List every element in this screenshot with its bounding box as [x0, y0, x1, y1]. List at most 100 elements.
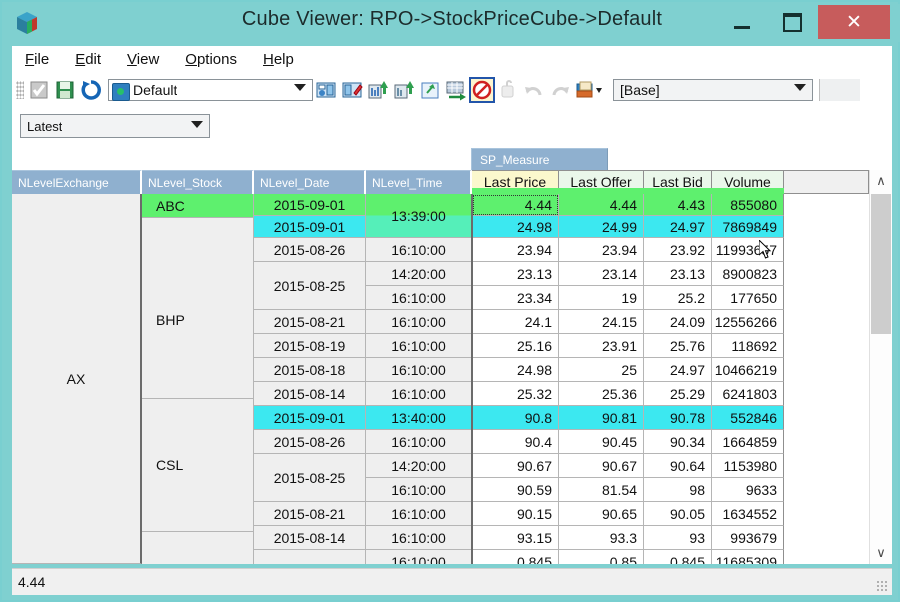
cell-last-offer[interactable]: 90.45: [559, 430, 644, 454]
cell-date[interactable]: 2015-08-26: [254, 430, 366, 454]
measure-group-header[interactable]: SP_Measure: [471, 148, 608, 170]
close-button[interactable]: ✕: [818, 5, 890, 39]
cell-date[interactable]: 2015-09-01: [254, 194, 366, 216]
cell-date[interactable]: 2015-08-21: [254, 502, 366, 526]
cell-date[interactable]: 2015-08-19: [254, 334, 366, 358]
cell-last-offer[interactable]: 23.91: [559, 334, 644, 358]
column-header-nlevelexchange[interactable]: NLevelExchange: [12, 170, 142, 194]
cell-last-price[interactable]: 23.34: [472, 286, 559, 310]
cell-last-price[interactable]: 0.845: [472, 550, 559, 564]
refresh-icon[interactable]: [80, 79, 102, 101]
scroll-up-button[interactable]: ∧: [870, 170, 892, 192]
column-header-nlevel-date[interactable]: NLevel_Date: [254, 170, 366, 194]
cell-date[interactable]: 2015-08-14: [254, 526, 366, 550]
cell-last-price[interactable]: 25.16: [472, 334, 559, 358]
cell-last-price[interactable]: 23.13: [472, 262, 559, 286]
cell-last-bid[interactable]: 25.29: [644, 382, 712, 406]
cell-date[interactable]: 2015-08-25: [254, 454, 366, 502]
menu-item-help[interactable]: Help: [250, 49, 307, 70]
cell-volume[interactable]: 12556266: [712, 310, 784, 334]
cell-last-offer[interactable]: 19: [559, 286, 644, 310]
cell-last-price[interactable]: 25.32: [472, 382, 559, 406]
cell-last-bid[interactable]: 24.97: [644, 358, 712, 382]
cell-volume[interactable]: 9633: [712, 478, 784, 502]
save-disk-icon[interactable]: [54, 79, 76, 101]
cell-volume[interactable]: 118692: [712, 334, 784, 358]
cell-date[interactable]: 2015-08-14: [254, 382, 366, 406]
cell-time[interactable]: 16:10:00: [366, 502, 472, 526]
cell-last-price[interactable]: 24.1: [472, 310, 559, 334]
cell-last-offer[interactable]: 25.36: [559, 382, 644, 406]
cell-date[interactable]: 2015-09-01: [254, 216, 366, 238]
cell-last-price[interactable]: 90.4: [472, 430, 559, 454]
cell-last-price[interactable]: 4.44: [472, 194, 559, 216]
cell-volume[interactable]: 552846: [712, 406, 784, 430]
calculator-edit-icon[interactable]: [341, 79, 363, 101]
cell-volume[interactable]: 177650: [712, 286, 784, 310]
cell-last-bid[interactable]: 23.13: [644, 262, 712, 286]
cell-stock-abc[interactable]: ABC: [142, 194, 254, 218]
chart-bar-up-icon[interactable]: [367, 79, 389, 101]
cell-time[interactable]: 14:20:00: [366, 262, 472, 286]
chart-bar-export-icon[interactable]: [393, 79, 415, 101]
cell-last-bid[interactable]: 23.92: [644, 238, 712, 262]
cell-exchange-ax[interactable]: AX: [12, 194, 142, 564]
cell-last-offer[interactable]: 24.15: [559, 310, 644, 334]
cell-last-price[interactable]: 90.67: [472, 454, 559, 478]
cell-last-bid[interactable]: 0.845: [644, 550, 712, 564]
cell-last-price[interactable]: 90.59: [472, 478, 559, 502]
cell-volume[interactable]: 1634552: [712, 502, 784, 526]
cell-last-offer[interactable]: 23.14: [559, 262, 644, 286]
cell-date[interactable]: 2015-08-26: [254, 238, 366, 262]
cell-last-offer[interactable]: 90.67: [559, 454, 644, 478]
cell-last-price[interactable]: 24.98: [472, 216, 559, 238]
cell-last-bid[interactable]: 24.09: [644, 310, 712, 334]
open-folder-icon[interactable]: [575, 79, 605, 101]
column-header-nlevel-time[interactable]: NLevel_Time: [366, 170, 472, 194]
cell-volume[interactable]: 11993657: [712, 238, 784, 262]
cell-time[interactable]: 16:10:00: [366, 526, 472, 550]
pivot-export-icon[interactable]: [419, 79, 441, 101]
cell-volume[interactable]: 1153980: [712, 454, 784, 478]
toolbar-grip[interactable]: [16, 81, 24, 99]
profile-combobox[interactable]: Default: [108, 79, 313, 101]
vertical-scrollbar[interactable]: ∧ ∨: [869, 170, 892, 564]
cell-last-bid[interactable]: 4.43: [644, 194, 712, 216]
menu-item-edit[interactable]: Edit: [62, 49, 114, 70]
time-filter-combobox[interactable]: Latest: [20, 114, 210, 138]
cell-volume[interactable]: 6241803: [712, 382, 784, 406]
cell-last-offer[interactable]: 24.99: [559, 216, 644, 238]
cell-date[interactable]: 2015-08-26: [254, 550, 366, 564]
cell-time[interactable]: 16:10:00: [366, 358, 472, 382]
cell-last-bid[interactable]: 25.2: [644, 286, 712, 310]
cell-time[interactable]: 13:39:00: [366, 194, 472, 238]
cell-stock-bhp[interactable]: BHP: [142, 242, 254, 399]
cell-last-bid[interactable]: 90.05: [644, 502, 712, 526]
cell-time[interactable]: 16:10:00: [366, 478, 472, 502]
cell-time[interactable]: 16:10:00: [366, 238, 472, 262]
cell-time[interactable]: 13:40:00: [366, 406, 472, 430]
cell-last-offer[interactable]: 4.44: [559, 194, 644, 216]
cell-time[interactable]: 16:10:00: [366, 310, 472, 334]
cell-time[interactable]: 14:20:00: [366, 454, 472, 478]
menu-item-options[interactable]: Options: [172, 49, 250, 70]
cell-last-price[interactable]: 23.94: [472, 238, 559, 262]
cell-last-price[interactable]: 93.15: [472, 526, 559, 550]
base-combobox[interactable]: [Base]: [613, 79, 813, 101]
checkbox-checked-icon[interactable]: [28, 79, 50, 101]
cell-stock-blank1[interactable]: [142, 218, 254, 242]
cell-last-offer[interactable]: 25: [559, 358, 644, 382]
cell-last-offer[interactable]: 90.65: [559, 502, 644, 526]
cell-stock-blank2[interactable]: [142, 532, 254, 564]
cell-last-offer[interactable]: 0.85: [559, 550, 644, 564]
toolbar-overflow[interactable]: [819, 79, 860, 101]
cell-volume[interactable]: 7869849: [712, 216, 784, 238]
cell-last-bid[interactable]: 98: [644, 478, 712, 502]
cell-last-price[interactable]: 24.98: [472, 358, 559, 382]
cell-last-offer[interactable]: 93.3: [559, 526, 644, 550]
cell-time[interactable]: 16:10:00: [366, 430, 472, 454]
cell-last-price[interactable]: 90.15: [472, 502, 559, 526]
cell-time[interactable]: 16:10:00: [366, 550, 472, 564]
scroll-thumb[interactable]: [871, 194, 891, 334]
cell-last-offer[interactable]: 81.54: [559, 478, 644, 502]
